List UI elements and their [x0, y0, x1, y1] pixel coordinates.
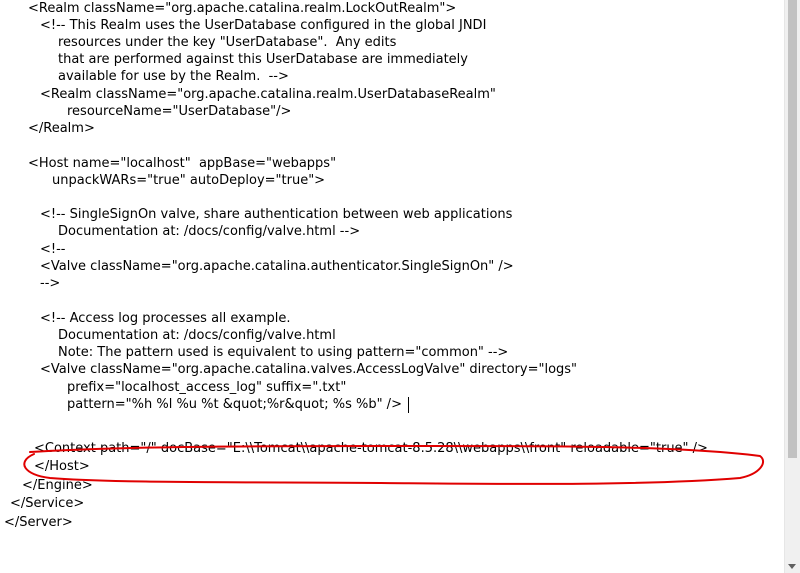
code-line: pattern="%h %l %u %t &quot;%r&quot; %s %…	[67, 397, 402, 412]
code-line: <Realm className="org.apache.catalina.re…	[28, 1, 457, 16]
code-line: </Server>	[4, 515, 73, 530]
code-line: <!-- SingleSignOn valve, share authentic…	[40, 207, 513, 222]
code-line: -->	[40, 276, 61, 291]
code-line: </Service>	[10, 496, 85, 511]
code-line: resourceName="UserDatabase"/>	[67, 104, 292, 119]
text-caret	[408, 397, 409, 413]
code-line: <Valve className="org.apache.catalina.va…	[40, 362, 578, 377]
code-line: <!-- This Realm uses the UserDatabase co…	[40, 18, 487, 33]
code-line: <Host name="localhost" appBase="webapps"	[28, 156, 337, 171]
code-line: </Host>	[34, 459, 90, 474]
context-line: <Context path="/" docBase="E:\\Tomcat\\a…	[34, 441, 708, 456]
code-line: available for use by the Realm. -->	[58, 69, 289, 84]
code-line: Documentation at: /docs/config/valve.htm…	[58, 224, 361, 239]
scroll-down-arrow-icon[interactable]	[788, 564, 796, 569]
code-line: Documentation at: /docs/config/valve.htm…	[58, 328, 336, 343]
code-line: Note: The pattern used is equivalent to …	[58, 345, 509, 360]
vertical-scrollbar[interactable]	[784, 0, 800, 573]
code-line: <Valve className="org.apache.catalina.au…	[40, 259, 514, 274]
code-line: unpackWARs="true" autoDeploy="true">	[52, 173, 326, 188]
code-line: that are performed against this UserData…	[58, 52, 468, 67]
code-line: <Realm className="org.apache.catalina.re…	[40, 87, 496, 102]
text-editor[interactable]: <Realm className="org.apache.catalina.re…	[0, 0, 800, 573]
code-line: </Realm>	[28, 121, 95, 136]
editor-text-area[interactable]: <Realm className="org.apache.catalina.re…	[0, 0, 784, 573]
code-line: </Engine>	[22, 478, 93, 493]
scrollbar-thumb[interactable]	[788, 0, 797, 458]
code-line: resources under the key "UserDatabase". …	[58, 35, 397, 50]
code-line: prefix="localhost_access_log" suffix=".t…	[67, 380, 347, 395]
code-line: <!--	[40, 242, 66, 257]
code-line: <!-- Access log processes all example.	[40, 311, 291, 326]
